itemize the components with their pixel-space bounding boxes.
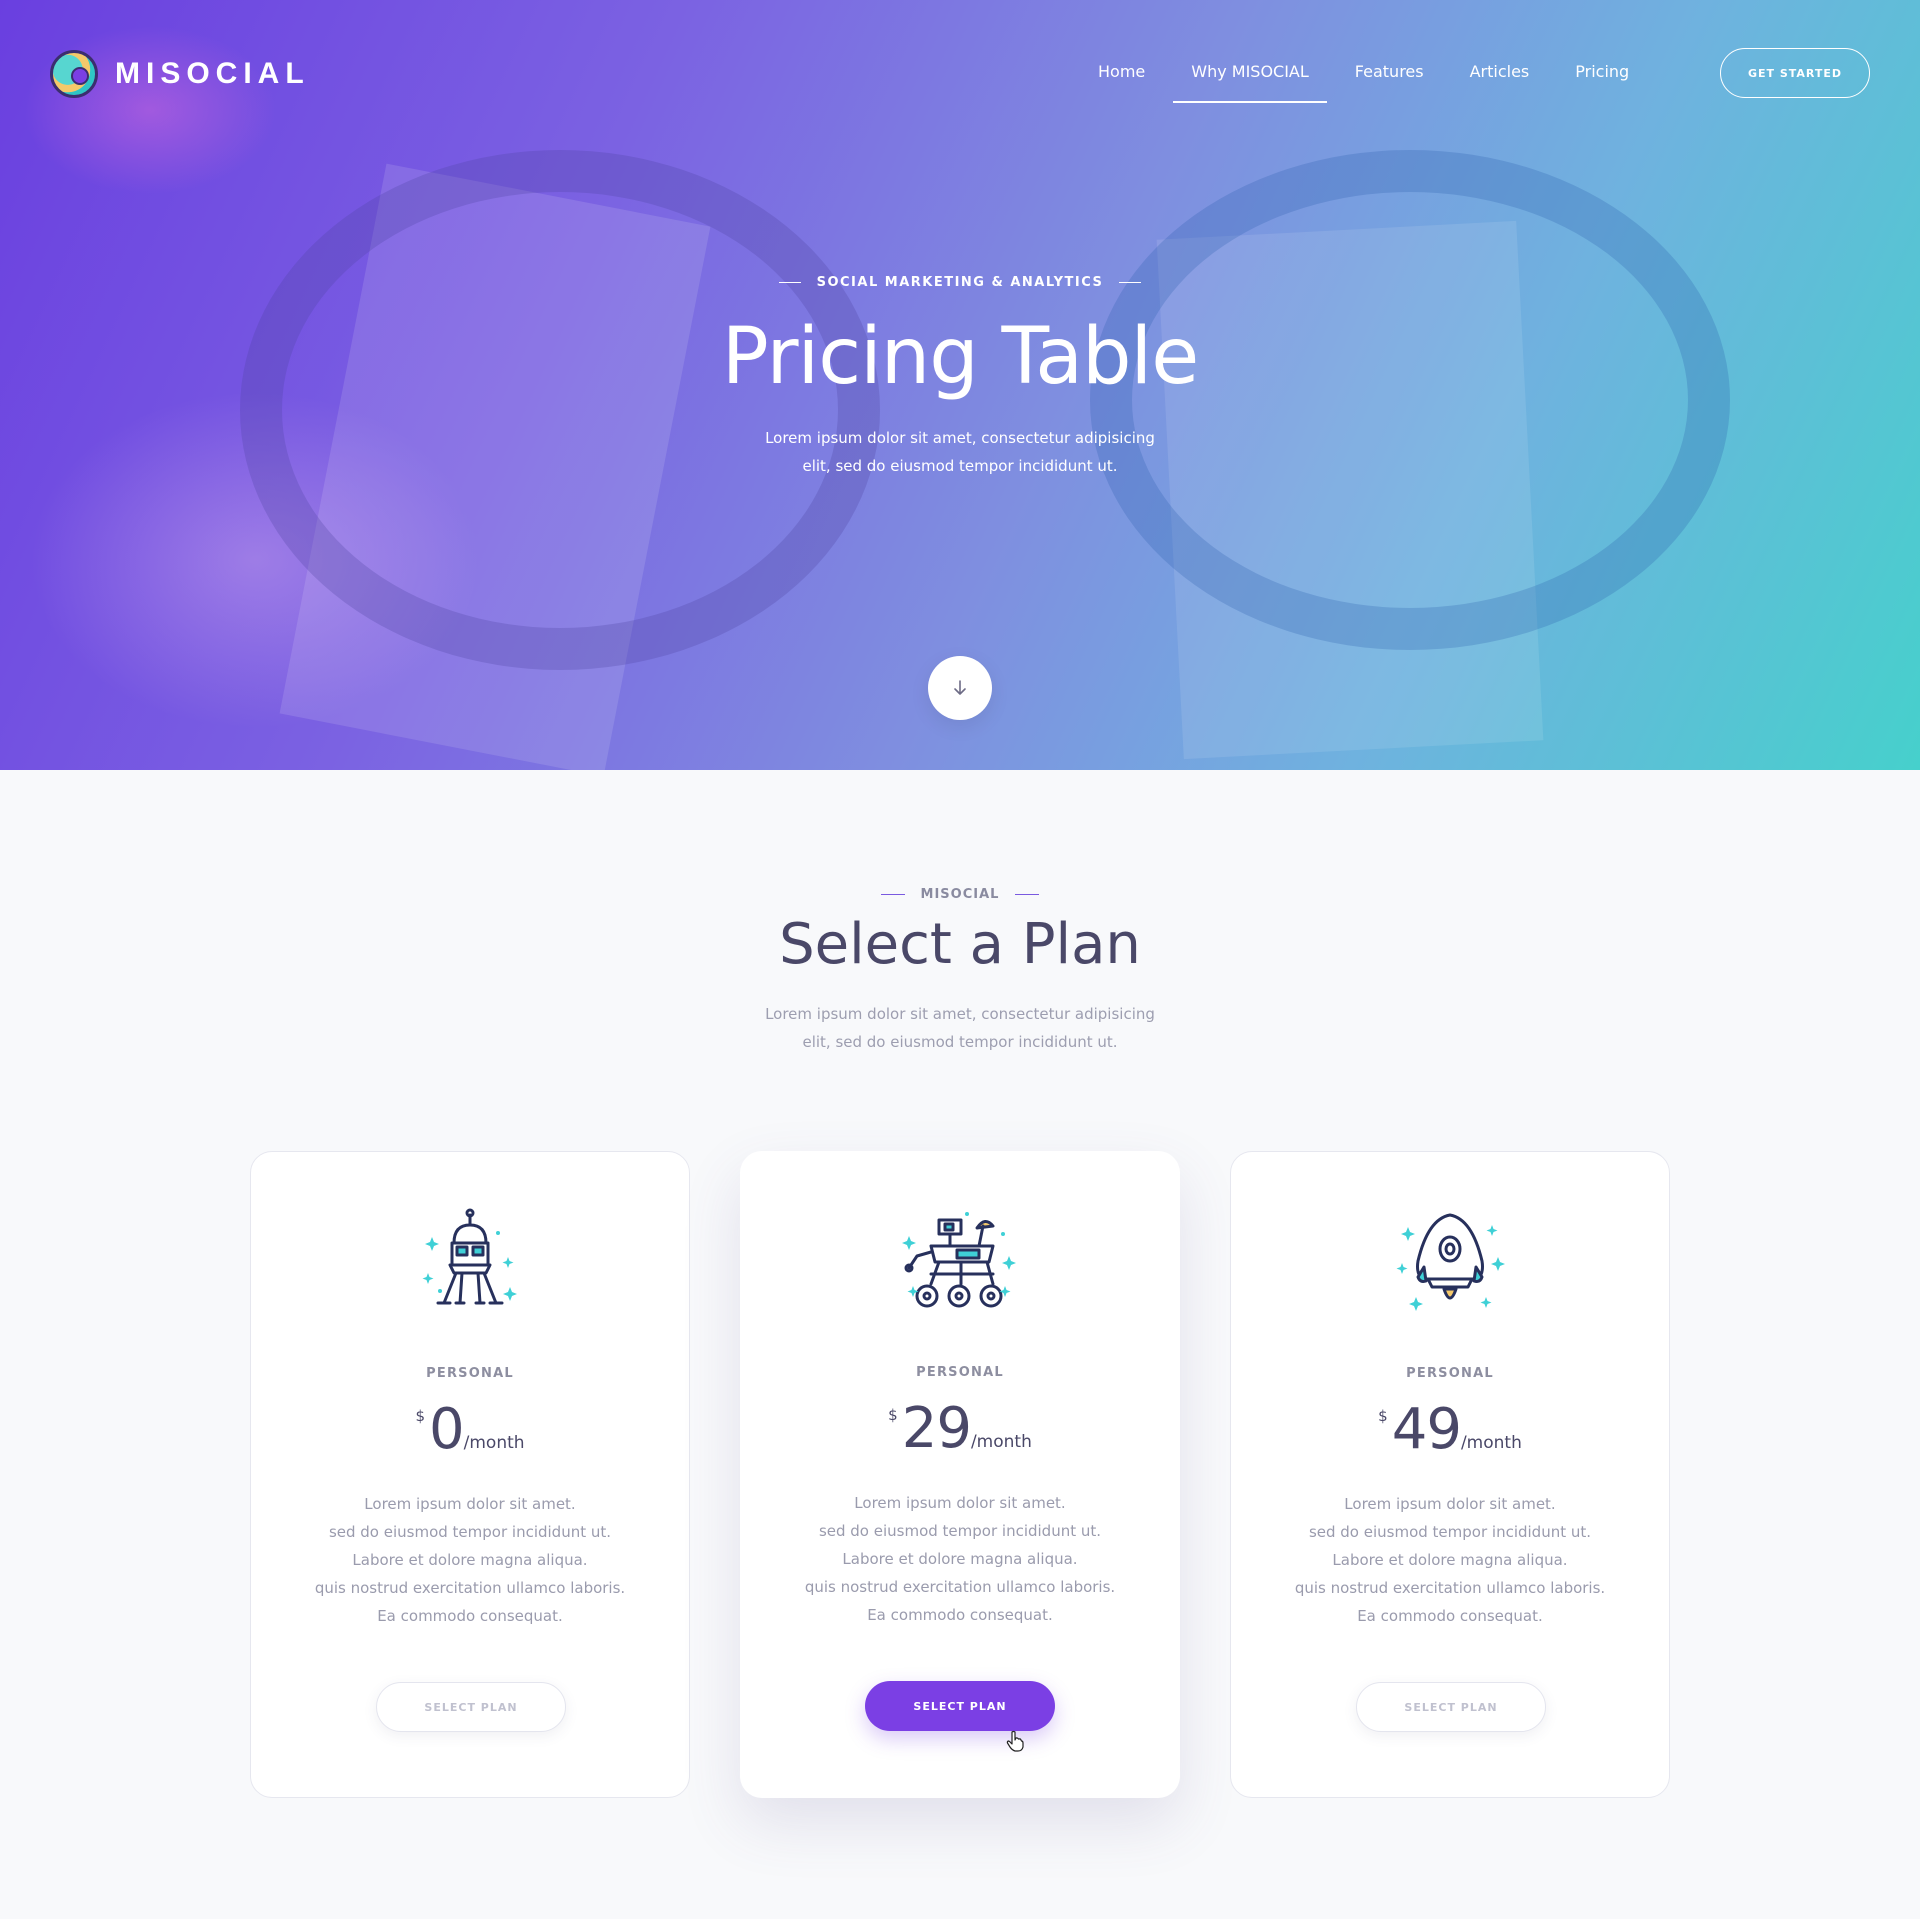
price-currency: $ [1378, 1407, 1388, 1425]
section-eyebrow-text: MISOCIAL [920, 887, 1000, 902]
plan-features: Lorem ipsum dolor sit amet. sed do eiusm… [740, 1489, 1180, 1629]
eyebrow-line [778, 282, 801, 283]
hero-subtitle: Lorem ipsum dolor sit amet, consectetur … [765, 429, 1155, 475]
plan-tier: PERSONAL [916, 1365, 1004, 1380]
hand-cursor-icon [1006, 1730, 1024, 1752]
plan-tier: PERSONAL [426, 1366, 514, 1381]
select-plan-button[interactable]: SELECT PLAN [865, 1681, 1055, 1731]
feature-item: Lorem ipsum dolor sit amet. [854, 1494, 1066, 1512]
plan-features: Lorem ipsum dolor sit amet. sed do eiusm… [251, 1490, 689, 1630]
hero-section: MISOCIAL Home Why MISOCIAL Features Arti… [0, 0, 1920, 770]
section-subtitle: Lorem ipsum dolor sit amet, consectetur … [765, 1005, 1155, 1051]
feature-item: quis nostrud exercitation ullamco labori… [1294, 1579, 1606, 1597]
feature-item: quis nostrud exercitation ullamco labori… [804, 1578, 1116, 1596]
pricing-card-free: PERSONAL $0/month Lorem ipsum dolor sit … [250, 1151, 690, 1798]
arrow-down-icon [954, 680, 966, 695]
eyebrow-line [880, 894, 905, 895]
pricing-card-pro: PERSONAL $49/month Lorem ipsum dolor sit… [1230, 1151, 1670, 1798]
price-period: /month [970, 1432, 1032, 1452]
scroll-down-button[interactable] [928, 656, 992, 720]
eyebrow-line [1015, 894, 1040, 895]
feature-item: Labore et dolore magna aliqua. [352, 1551, 588, 1569]
price-period: /month [463, 1433, 525, 1453]
feature-item: Labore et dolore magna aliqua. [1332, 1551, 1568, 1569]
pricing-card-featured: PERSONAL $29/month Lorem ipsum dolor sit… [740, 1151, 1180, 1798]
top-navigation: MISOCIAL Home Why MISOCIAL Features Arti… [0, 0, 1920, 150]
hero-eyebrow-text: SOCIAL MARKETING & ANALYTICS [816, 275, 1104, 290]
logo-planet-icon [50, 50, 98, 98]
nav-item-features[interactable]: Features [1337, 48, 1442, 103]
select-plan-button[interactable]: SELECT PLAN [376, 1682, 566, 1732]
feature-item: sed do eiusmod tempor incididunt ut. [328, 1523, 612, 1541]
brand-name: MISOCIAL [115, 57, 310, 90]
price-currency: $ [415, 1407, 425, 1425]
hero-eyebrow: SOCIAL MARKETING & ANALYTICS [0, 275, 1920, 290]
plan-price: $29/month [740, 1396, 1180, 1461]
feature-item: Ea commodo consequat. [1357, 1607, 1543, 1625]
feature-item: quis nostrud exercitation ullamco labori… [314, 1579, 626, 1597]
main-menu: Home Why MISOCIAL Features Articles Pric… [1080, 48, 1657, 103]
plan-price: $49/month [1231, 1397, 1669, 1462]
hero-background-glasses-lens [240, 150, 880, 670]
feature-item: Ea commodo consequat. [867, 1606, 1053, 1624]
nav-item-home[interactable]: Home [1080, 48, 1163, 103]
feature-item: sed do eiusmod tempor incididunt ut. [1308, 1523, 1592, 1541]
mars-rover-icon [902, 1212, 1016, 1308]
page-title: Pricing Table [721, 312, 1199, 402]
nav-item-pricing[interactable]: Pricing [1557, 48, 1647, 103]
space-capsule-icon [1396, 1213, 1505, 1311]
price-amount: 29 [901, 1396, 972, 1461]
feature-item: sed do eiusmod tempor incididunt ut. [818, 1522, 1102, 1540]
feature-item: Lorem ipsum dolor sit amet. [1344, 1495, 1556, 1513]
plan-features: Lorem ipsum dolor sit amet. sed do eiusm… [1231, 1490, 1669, 1630]
price-amount: 49 [1391, 1397, 1462, 1462]
plan-price: $0/month [251, 1397, 689, 1462]
get-started-button[interactable]: GET STARTED [1720, 48, 1870, 98]
feature-item: Ea commodo consequat. [377, 1607, 563, 1625]
feature-item: Lorem ipsum dolor sit amet. [364, 1495, 576, 1513]
section-title: Select a Plan [779, 912, 1141, 977]
price-period: /month [1460, 1433, 1522, 1453]
eyebrow-line [1119, 282, 1142, 283]
lunar-lander-icon [422, 1208, 517, 1305]
nav-item-articles[interactable]: Articles [1452, 48, 1548, 103]
brand-logo[interactable]: MISOCIAL [50, 50, 310, 98]
plan-tier: PERSONAL [1406, 1366, 1494, 1381]
price-amount: 0 [429, 1397, 465, 1462]
nav-item-why-misocial[interactable]: Why MISOCIAL [1173, 48, 1327, 103]
section-eyebrow: MISOCIAL [0, 887, 1920, 902]
price-currency: $ [888, 1406, 898, 1424]
feature-item: Labore et dolore magna aliqua. [842, 1550, 1078, 1568]
select-plan-button[interactable]: SELECT PLAN [1356, 1682, 1546, 1732]
